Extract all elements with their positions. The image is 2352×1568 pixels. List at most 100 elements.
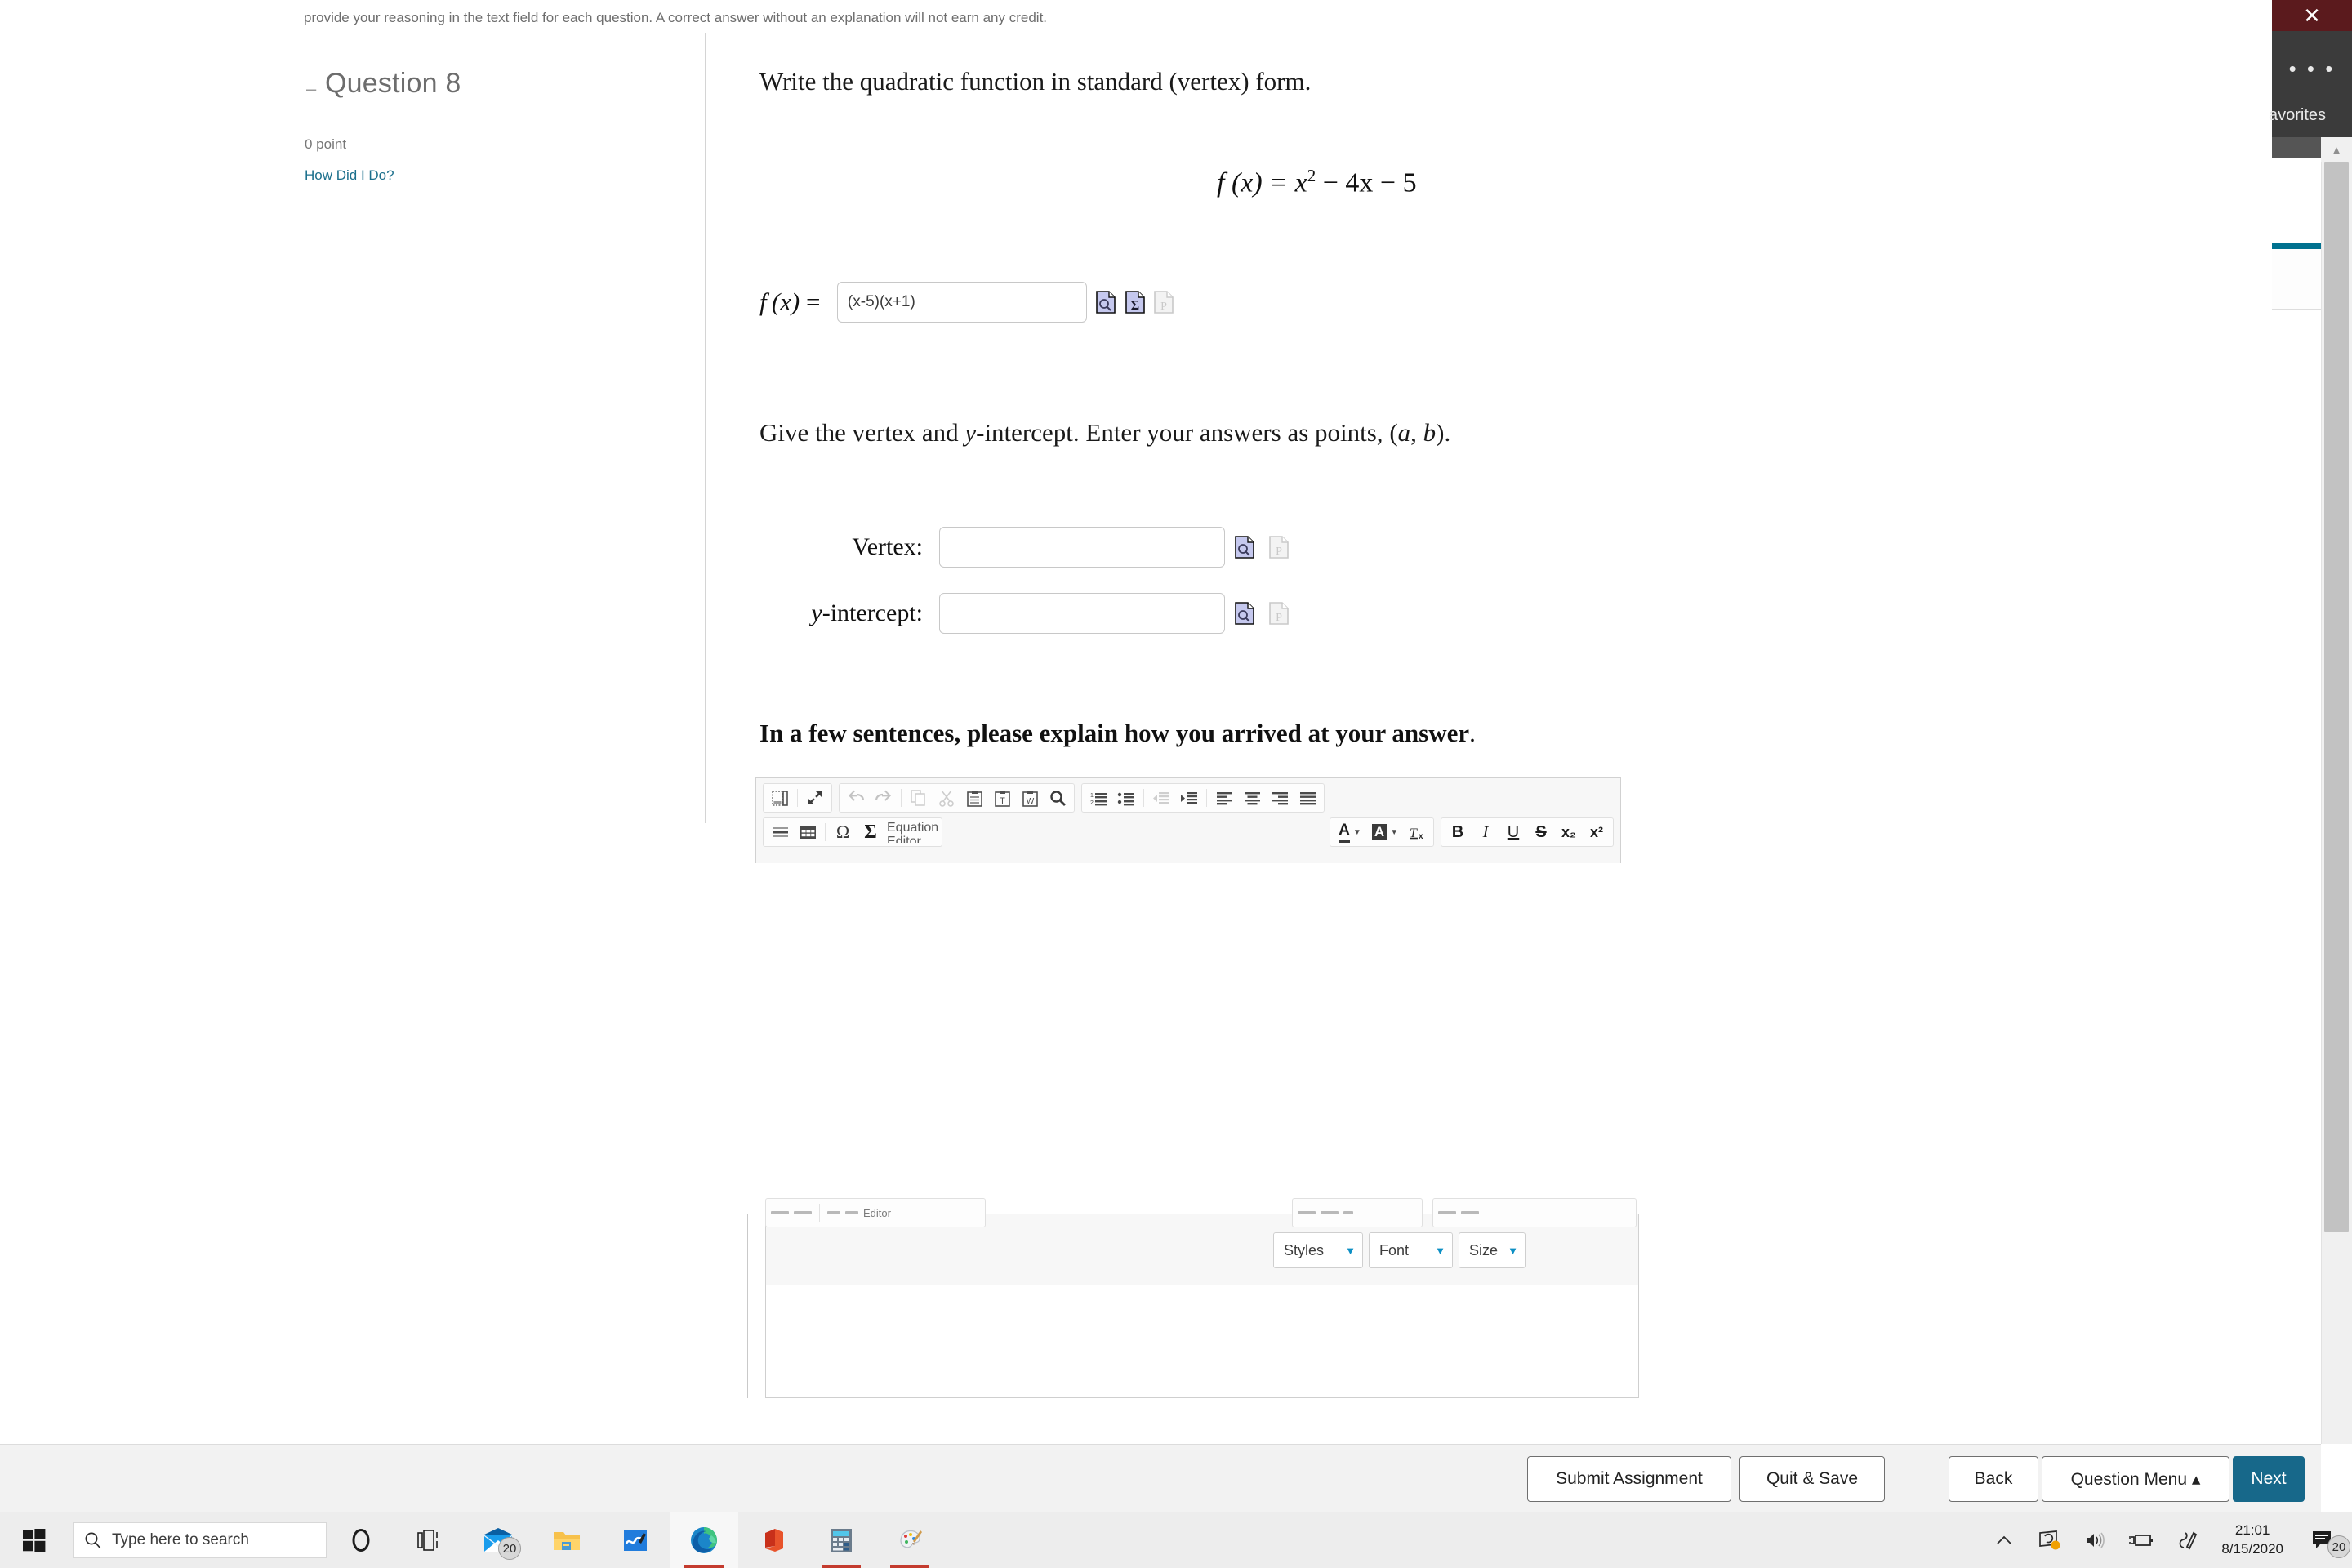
strike-glyph: S: [1535, 822, 1547, 841]
paint-icon[interactable]: [875, 1512, 944, 1568]
close-icon[interactable]: ✕: [2272, 0, 2352, 31]
omega-glyph: Ω: [835, 822, 850, 842]
svg-text:2: 2: [1090, 800, 1094, 806]
sigma-equation-icon[interactable]: Σ: [1125, 291, 1145, 314]
toolbar-separator: [797, 789, 798, 807]
more-options-icon[interactable]: • • •: [2272, 56, 2352, 81]
quit-and-save-button[interactable]: Quit & Save: [1740, 1456, 1885, 1502]
clock[interactable]: 21:01 8/15/2020: [2210, 1512, 2295, 1568]
decrease-indent-icon[interactable]: [1148, 786, 1174, 810]
question-menu-button[interactable]: Question Menu ▴: [2042, 1456, 2230, 1502]
prompt-2-paren-close: ): [1436, 418, 1445, 447]
justify-icon[interactable]: [1294, 786, 1321, 810]
find-icon[interactable]: [1045, 786, 1071, 810]
omega-special-char-icon[interactable]: Ω: [830, 820, 856, 844]
notifications-icon[interactable]: 20: [2295, 1512, 2352, 1568]
paste-from-word-icon[interactable]: W: [1017, 786, 1043, 810]
fx-answer-input[interactable]: [836, 282, 1087, 323]
mail-icon[interactable]: 20: [464, 1512, 532, 1568]
preview-icon[interactable]: [1235, 536, 1254, 559]
italic-icon[interactable]: I: [1472, 820, 1499, 844]
file-explorer-icon[interactable]: [532, 1512, 601, 1568]
align-left-icon[interactable]: [1211, 786, 1237, 810]
align-right-icon[interactable]: [1267, 786, 1293, 810]
onedrive-sync-icon[interactable]: [2027, 1512, 2073, 1568]
paste-icon[interactable]: [961, 786, 987, 810]
size-dropdown-label: Size: [1469, 1241, 1499, 1258]
page-scrollbar-thumb[interactable]: [2324, 162, 2349, 1232]
system-tray: 21:01 8/15/2020 20: [1981, 1512, 2352, 1568]
bulleted-list-icon[interactable]: [1113, 786, 1139, 810]
redo-icon[interactable]: [871, 786, 897, 810]
toolbar-glyph-partial: [827, 1211, 840, 1214]
remove-format-icon[interactable]: Tx: [1404, 820, 1430, 844]
align-center-icon[interactable]: [1239, 786, 1265, 810]
toolbar-separator: [825, 823, 826, 841]
next-button[interactable]: Next: [2233, 1456, 2305, 1502]
text-color-icon[interactable]: A ▼: [1334, 820, 1366, 844]
paste-as-text-icon[interactable]: T: [989, 786, 1015, 810]
cut-icon[interactable]: [933, 786, 960, 810]
how-did-i-do-link[interactable]: How Did I Do?: [305, 167, 394, 184]
strikethrough-icon[interactable]: S: [1528, 820, 1554, 844]
equation-rhs-rest: − 4x − 5: [1322, 167, 1417, 198]
search-input[interactable]: Type here to search: [74, 1522, 327, 1558]
preview-icon[interactable]: [1096, 291, 1116, 314]
table-icon[interactable]: [795, 820, 821, 844]
svg-text:x: x: [1419, 832, 1423, 840]
maximize-icon[interactable]: [802, 786, 828, 810]
task-view-icon[interactable]: [395, 1512, 464, 1568]
clock-date: 8/15/2020: [2221, 1541, 2283, 1557]
font-dropdown-label: Font: [1379, 1241, 1410, 1258]
toolbar-group-clipped-right: [1432, 1198, 1637, 1227]
subscript-icon[interactable]: x₂: [1556, 820, 1582, 844]
sticky-notes-icon[interactable]: [601, 1512, 670, 1568]
sigma-equation-icon[interactable]: Σ: [858, 820, 884, 844]
increase-indent-icon[interactable]: [1176, 786, 1202, 810]
toolbar-glyph-partial: [1461, 1211, 1479, 1214]
undo-icon[interactable]: [843, 786, 869, 810]
toolbar-separator: [1143, 789, 1144, 807]
superscript-icon[interactable]: x²: [1584, 820, 1610, 844]
svg-text:P: P: [1276, 612, 1282, 624]
toolbar-row-2: Ω Σ Equation Editor A ▼ A ▼ T x B I U S …: [756, 813, 1620, 847]
numbered-list-icon[interactable]: 12: [1085, 786, 1111, 810]
y-intercept-input[interactable]: [939, 593, 1226, 634]
bold-glyph: B: [1451, 822, 1464, 841]
toolbar-glyph-partial: [771, 1211, 789, 1214]
toolbar-row-1: T W 12: [756, 778, 1620, 813]
windows-ink-icon[interactable]: [2164, 1512, 2210, 1568]
show-hidden-icons-icon[interactable]: [1981, 1512, 2027, 1568]
y-intercept-label-rest: -intercept:: [822, 599, 923, 626]
horizontal-rule-icon[interactable]: [767, 820, 793, 844]
windows-logo-icon[interactable]: [0, 1512, 69, 1568]
rich-text-editor-textarea[interactable]: [765, 1285, 1639, 1398]
scroll-up-icon[interactable]: ▲: [2321, 137, 2352, 162]
svg-text:T: T: [1000, 796, 1005, 806]
equation-editor-label[interactable]: Equation Editor: [887, 822, 938, 843]
edge-icon[interactable]: [670, 1512, 738, 1568]
cortana-icon[interactable]: [327, 1512, 395, 1568]
answer-row-fx: f (x) = Σ: [760, 282, 1174, 323]
size-dropdown[interactable]: Size ▼: [1459, 1232, 1526, 1268]
bold-icon[interactable]: B: [1445, 820, 1471, 844]
active-app-underline: [890, 1565, 929, 1568]
office-icon[interactable]: [738, 1512, 807, 1568]
copy-icon[interactable]: [906, 786, 932, 810]
styles-dropdown[interactable]: Styles ▼: [1273, 1232, 1363, 1268]
calculator-icon[interactable]: [807, 1512, 875, 1568]
vertex-input[interactable]: [939, 527, 1226, 568]
svg-text:W: W: [1026, 797, 1034, 806]
volume-icon[interactable]: [2073, 1512, 2118, 1568]
font-dropdown[interactable]: Font ▼: [1369, 1232, 1453, 1268]
screen: provide your reasoning in the text field…: [0, 0, 2352, 1568]
preview-icon[interactable]: [1235, 602, 1254, 625]
submit-assignment-button[interactable]: Submit Assignment: [1527, 1456, 1731, 1502]
battery-charging-icon[interactable]: [2118, 1512, 2164, 1568]
favorites-label[interactable]: avorites: [2269, 106, 2352, 125]
background-color-icon[interactable]: A ▼: [1368, 820, 1402, 844]
back-button[interactable]: Back: [1949, 1456, 2038, 1502]
underline-icon[interactable]: U: [1500, 820, 1526, 844]
templates-icon[interactable]: [767, 786, 793, 810]
collapse-question-icon[interactable]: –: [306, 80, 316, 98]
